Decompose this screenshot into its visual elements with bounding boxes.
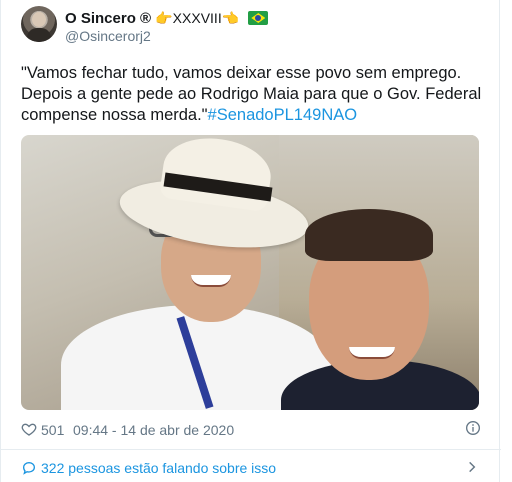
photo-right-smile	[349, 347, 395, 359]
heart-icon[interactable]	[21, 421, 37, 437]
speech-bubble-icon	[22, 461, 36, 475]
photo-right-person-hair	[305, 209, 433, 261]
conversation-label[interactable]: 322 pessoas estão falando sobre isso	[41, 460, 276, 476]
like-count[interactable]: 501	[41, 422, 64, 438]
author-handle[interactable]: @Osincerorj2	[65, 28, 151, 44]
author-name[interactable]: O Sincero ®	[65, 10, 151, 27]
avatar[interactable]	[21, 6, 57, 42]
avatar-head-shape	[32, 12, 46, 27]
brazil-flag-icon	[248, 11, 269, 25]
chevron-right-icon	[469, 461, 476, 473]
info-icon[interactable]	[465, 420, 481, 436]
tweet-meta: 501 09:44 - 14 de abr de 2020	[21, 420, 481, 440]
author-name-row[interactable]: O Sincero ® 👉XXXVIII👈	[65, 9, 269, 28]
tweet-header: O Sincero ® 👉XXXVIII👈 @Osincerorj2	[21, 6, 481, 46]
tweet-text: "Vamos fechar tudo, vamos deixar esse po…	[21, 63, 486, 126]
photo-left-smile	[191, 275, 231, 287]
hashtag-link[interactable]: #SenadoPL149NAO	[208, 106, 358, 124]
tweet-photo[interactable]	[21, 135, 479, 410]
avatar-body-shape	[27, 28, 51, 42]
author-name-suffix: 👉XXXVIII👈	[155, 10, 240, 26]
tweet-timestamp[interactable]: 09:44 - 14 de abr de 2020	[73, 422, 234, 438]
tweet-card: O Sincero ® 👉XXXVIII👈 @Osincerorj2 "Vamo…	[0, 0, 501, 482]
conversation-link[interactable]: 322 pessoas estão falando sobre isso	[1, 450, 501, 482]
